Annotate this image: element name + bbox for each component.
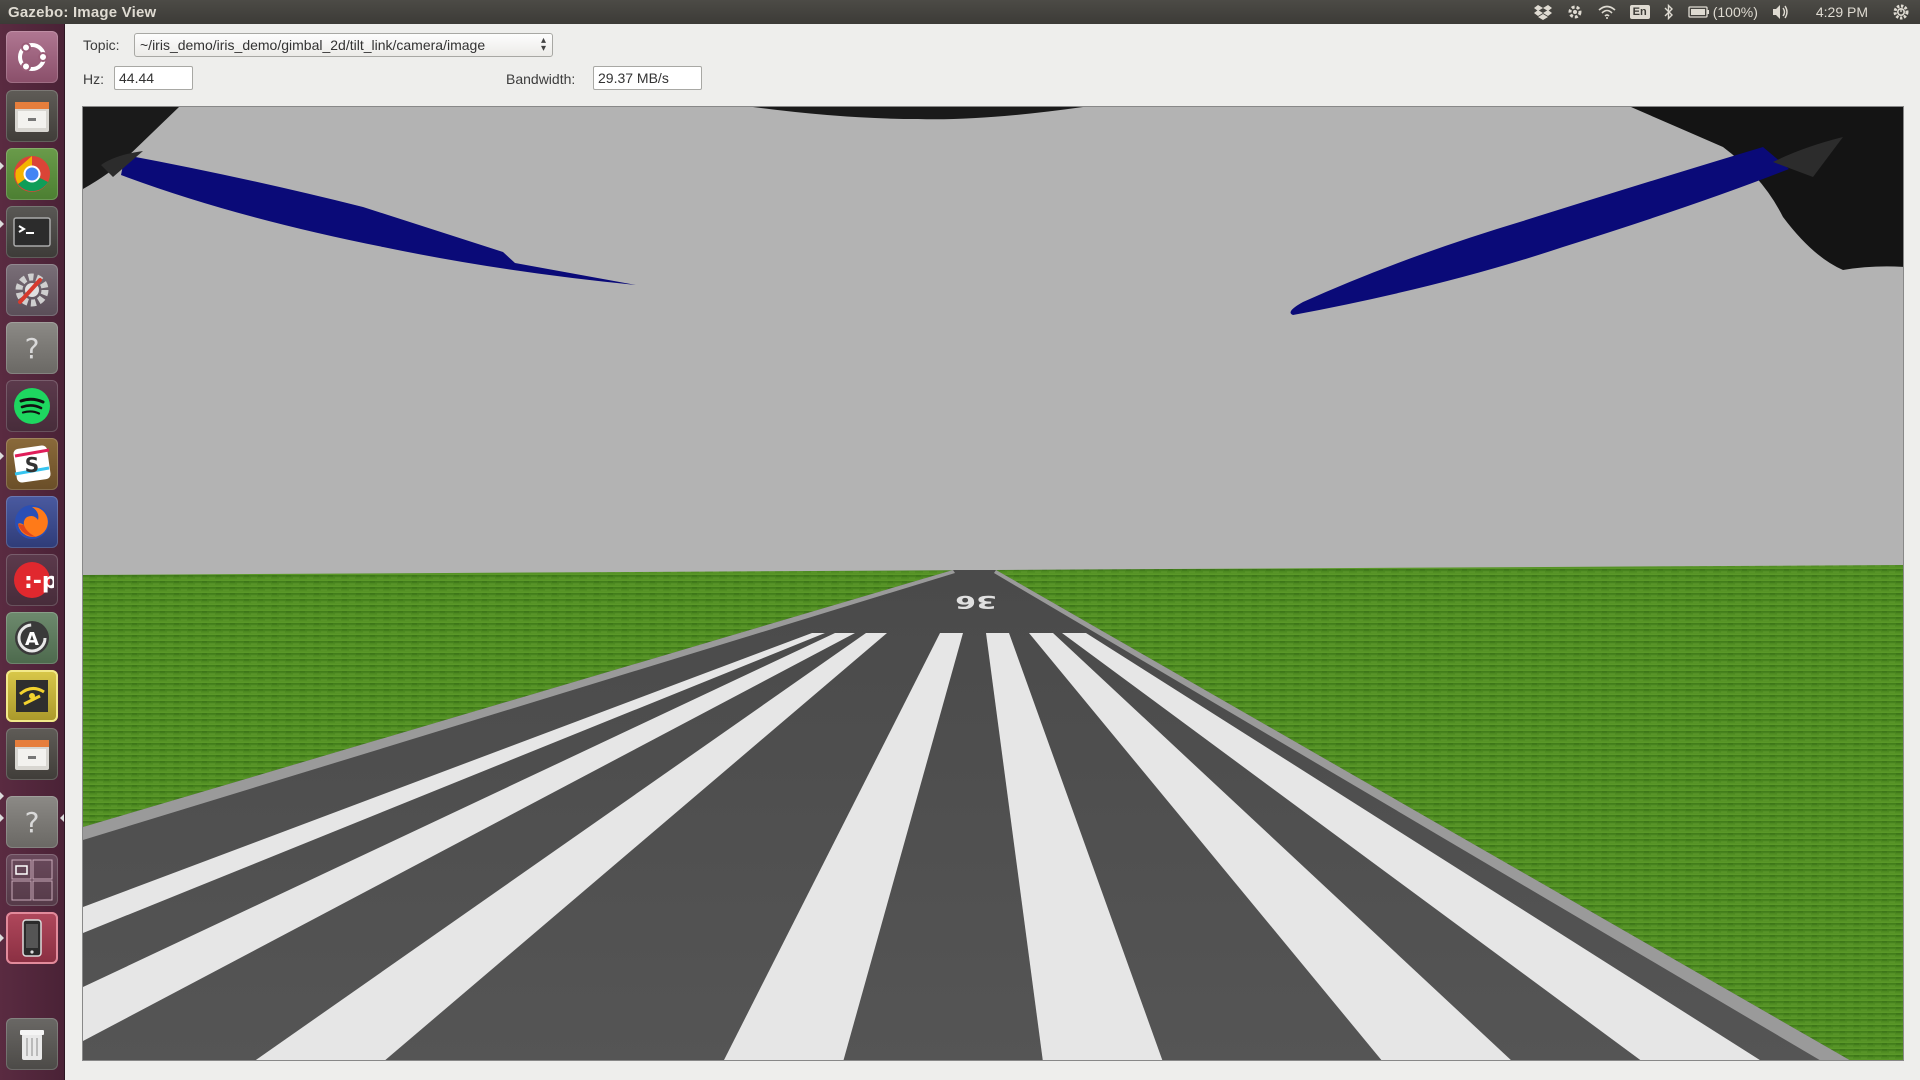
wifi-icon[interactable] (1598, 5, 1616, 19)
svg-text::-p: :-p (24, 569, 54, 594)
launcher-item-unknown[interactable]: ? (6, 322, 58, 374)
software-updater-icon: A (15, 621, 49, 655)
pomodoro-icon: :-p (14, 562, 54, 598)
session-gear-icon[interactable] (1892, 3, 1910, 21)
runway-marking: 36 (955, 591, 997, 612)
bluetooth-icon[interactable] (1664, 4, 1674, 20)
launcher-item-gazebo[interactable] (6, 670, 58, 722)
launcher: ? S :-p A ? (0, 24, 65, 1080)
camera-frame: 36 (83, 107, 1903, 1060)
workspace-switcher-icon (11, 859, 53, 901)
bandwidth-field[interactable]: 29.37 MB/s (593, 66, 702, 90)
topic-label: Topic: (83, 37, 120, 53)
launcher-item-terminal[interactable] (6, 206, 58, 258)
launcher-item-unknown-2[interactable]: ? (6, 796, 58, 848)
sky (83, 107, 1903, 575)
launcher-item-device[interactable] (6, 912, 58, 964)
settings-daemon-icon[interactable] (1566, 3, 1584, 21)
unknown-app-icon: ? (25, 332, 40, 365)
unknown-app-icon-2: ? (25, 806, 40, 839)
topic-value: ~/iris_demo/iris_demo/gimbal_2d/tilt_lin… (140, 37, 486, 53)
trash-icon (20, 1030, 44, 1060)
launcher-item-firefox[interactable] (6, 496, 58, 548)
hz-field[interactable]: 44.44 (114, 66, 193, 90)
volume-icon[interactable] (1772, 4, 1790, 20)
combo-arrows-icon: ▴ ▾ (540, 35, 546, 54)
launcher-item-files[interactable] (6, 90, 58, 142)
topic-select[interactable]: ~/iris_demo/iris_demo/gimbal_2d/tilt_lin… (134, 33, 553, 57)
gazebo-icon (16, 680, 48, 712)
language-label: En (1629, 5, 1650, 19)
launcher-item-workspace-switcher[interactable] (6, 854, 58, 906)
svg-text:A: A (25, 629, 39, 650)
keyboard-language-icon[interactable]: En (1629, 5, 1650, 19)
svg-text:?: ? (25, 332, 40, 365)
launcher-item-software-updater[interactable]: A (6, 612, 58, 664)
launcher-item-dash[interactable] (6, 31, 58, 83)
camera-image-view[interactable]: 36 (82, 106, 1904, 1061)
launcher-item-system-settings[interactable] (6, 264, 58, 316)
battery-indicator[interactable]: (100%) (1688, 4, 1758, 20)
files-icon-2 (15, 740, 49, 770)
spotify-icon (14, 388, 50, 424)
dropbox-icon[interactable] (1533, 4, 1552, 20)
slack-icon: S (13, 445, 51, 483)
system-settings-icon (15, 273, 49, 307)
launcher-item-chrome[interactable] (6, 148, 58, 200)
terminal-icon (13, 217, 51, 247)
svg-text:?: ? (25, 806, 40, 839)
window-title: Gazebo: Image View (8, 3, 157, 21)
launcher-item-spotify[interactable] (6, 380, 58, 432)
ubuntu-dash-icon (18, 42, 48, 72)
bandwidth-label: Bandwidth: (506, 71, 576, 87)
battery-icon (1688, 6, 1709, 18)
top-panel: Gazebo: Image View En (100%) 4:29 PM (0, 0, 1920, 24)
firefox-icon (15, 505, 49, 539)
device-icon (22, 919, 42, 957)
svg-text:S: S (25, 453, 39, 477)
files-icon (15, 102, 49, 132)
launcher-item-files-2[interactable] (6, 728, 58, 780)
battery-percent: (100%) (1712, 4, 1758, 20)
launcher-item-slack[interactable]: S (6, 438, 58, 490)
clock[interactable]: 4:29 PM (1816, 4, 1868, 20)
chrome-icon (14, 156, 50, 192)
launcher-item-pomodoro[interactable]: :-p (6, 554, 58, 606)
hz-label: Hz: (83, 71, 104, 87)
launcher-item-trash[interactable] (6, 1018, 58, 1070)
panel-indicators: En (100%) 4:29 PM (1533, 3, 1920, 21)
